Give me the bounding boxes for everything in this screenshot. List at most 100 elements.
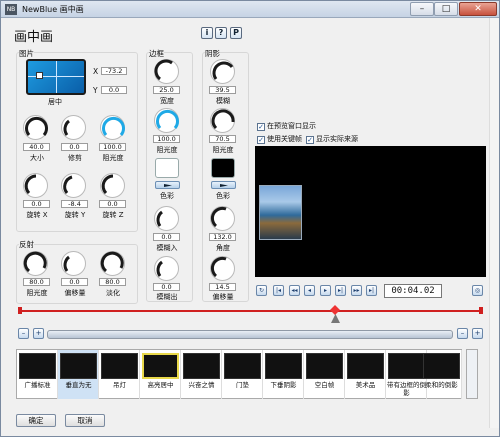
preset-thumbnail: [423, 353, 460, 379]
info-button[interactable]: i: [201, 27, 213, 39]
go-start-icon[interactable]: |◂: [273, 285, 284, 296]
show-in-preview-checkbox[interactable]: ✓ 在预览窗口显示: [257, 121, 316, 131]
x-field[interactable]: -73.2: [101, 67, 127, 75]
help-button[interactable]: ?: [215, 27, 227, 39]
preset-item[interactable]: 下垂阴影: [263, 350, 304, 399]
border-color-label: 色彩: [160, 192, 174, 200]
shadow-offset-label: 偏移量: [212, 293, 234, 301]
reflection-fade-knob[interactable]: [100, 251, 125, 276]
preset-name: 广播标准: [24, 381, 51, 389]
border-fadein-knob[interactable]: [154, 206, 179, 231]
step-back-icon[interactable]: ◂: [304, 285, 315, 296]
shadow-blur-knob[interactable]: [210, 59, 235, 84]
shadow-opacity-field[interactable]: 70.5: [209, 135, 236, 143]
border-width-knob[interactable]: [154, 59, 179, 84]
preset-item[interactable]: 柔和的倒影: [421, 350, 462, 399]
settings-icon[interactable]: ◎: [472, 285, 483, 296]
next-keyframe-icon[interactable]: ▸▸: [351, 285, 362, 296]
border-opacity-field[interactable]: 100.0: [153, 135, 180, 143]
border-color-swatch[interactable]: [155, 158, 179, 178]
show-source-checkbox[interactable]: ✓ 显示实际来源: [306, 134, 358, 144]
minimize-button[interactable]: –: [410, 2, 434, 16]
preset-strip: 广播标准 垂直为无 吊灯 高亮居中 兴奋之情 门垫 下垂阴影 空白帧 美术品 带…: [16, 349, 462, 399]
preset-item[interactable]: 门垫: [222, 350, 263, 399]
preset-remove-button[interactable]: –: [457, 328, 468, 339]
keyframe-marker[interactable]: [330, 305, 340, 315]
reflection-opacity-field[interactable]: 80.0: [23, 278, 50, 286]
rotate-y-knob[interactable]: [61, 173, 86, 198]
go-end-icon[interactable]: ▸|: [366, 285, 377, 296]
timeline-scrollbar[interactable]: [47, 330, 453, 339]
size-field[interactable]: 40.0: [23, 143, 50, 151]
opacity-knob[interactable]: [100, 115, 125, 140]
preset-item[interactable]: 空白帧: [304, 350, 345, 399]
reflection-offset-field[interactable]: 0.0: [61, 278, 88, 286]
preset-item[interactable]: 广播标准: [17, 350, 58, 399]
cancel-button[interactable]: 取消: [65, 414, 105, 427]
shadow-offset-knob[interactable]: [210, 256, 235, 281]
timeline-end-marker[interactable]: [479, 307, 483, 314]
shadow-angle-field[interactable]: 132.0: [209, 233, 236, 241]
shadow-color-picker[interactable]: [211, 181, 236, 189]
reflection-offset-knob[interactable]: [61, 251, 86, 276]
preset-name: 吊灯: [113, 381, 126, 389]
ok-button[interactable]: 确定: [16, 414, 56, 427]
position-handle[interactable]: [36, 72, 43, 79]
preset-item[interactable]: 吊灯: [99, 350, 140, 399]
playhead-icon[interactable]: [331, 314, 340, 323]
border-color-picker[interactable]: [155, 181, 180, 189]
window-scrollbar[interactable]: [489, 18, 499, 428]
pad-v-line: [56, 61, 57, 93]
preset-thumbnail: [142, 353, 179, 379]
preset-thumbnail: [19, 353, 56, 379]
shadow-opacity-knob[interactable]: [210, 108, 235, 133]
y-field[interactable]: 0.0: [101, 86, 127, 94]
rotate-z-field[interactable]: 0.0: [99, 200, 126, 208]
preset-item[interactable]: 美术品: [345, 350, 386, 399]
shadow-offset-field[interactable]: 14.5: [209, 283, 236, 291]
opacity-field[interactable]: 100.0: [99, 143, 126, 151]
position-pad[interactable]: [26, 59, 86, 95]
close-button[interactable]: ✕: [459, 2, 497, 16]
loop-icon[interactable]: ↻: [256, 285, 267, 296]
rotate-z-knob[interactable]: [100, 173, 125, 198]
x-label: X: [93, 67, 99, 76]
prev-keyframe-icon[interactable]: ◂◂: [289, 285, 300, 296]
preset-item[interactable]: 垂直为无: [58, 350, 99, 399]
opacity-label: 阻光度: [102, 154, 124, 162]
rotate-x-field[interactable]: 0.0: [23, 200, 50, 208]
timeline-start-marker[interactable]: [18, 307, 22, 314]
play-icon[interactable]: ▸: [320, 285, 331, 296]
app-icon: NB: [5, 4, 17, 15]
border-fadeout-knob[interactable]: [154, 256, 179, 281]
reflection-fade-field[interactable]: 80.0: [99, 278, 126, 286]
step-forward-icon[interactable]: ▸|: [335, 285, 346, 296]
border-fadein-field[interactable]: 0.0: [153, 233, 180, 241]
shadow-blur-field[interactable]: 39.5: [209, 86, 236, 94]
preset-item[interactable]: 高亮居中: [140, 350, 181, 399]
preset-button[interactable]: P: [230, 27, 242, 39]
maximize-button[interactable]: □: [434, 2, 458, 16]
shadow-color-swatch[interactable]: [211, 158, 235, 178]
rotate-x-knob[interactable]: [23, 173, 48, 198]
preset-name: 门垫: [236, 381, 249, 389]
rotate-z-label: 旋转 Z: [102, 211, 124, 219]
preset-add-button[interactable]: +: [472, 328, 483, 339]
zoom-in-button[interactable]: +: [33, 328, 44, 339]
preset-scrollbar[interactable]: [466, 349, 478, 399]
border-fadeout-field[interactable]: 0.0: [153, 283, 180, 291]
use-keyframes-checkbox[interactable]: ✓ 使用关键帧: [257, 134, 302, 144]
zoom-out-button[interactable]: –: [18, 328, 29, 339]
rotate-y-field[interactable]: -8.4: [61, 200, 88, 208]
crop-field[interactable]: 0.0: [61, 143, 88, 151]
preset-name: 下垂阴影: [270, 381, 297, 389]
reflection-opacity-knob[interactable]: [23, 251, 48, 276]
size-knob[interactable]: [23, 115, 48, 140]
border-fadeout-label: 模糊出: [156, 293, 178, 301]
crop-knob[interactable]: [61, 115, 86, 140]
border-width-field[interactable]: 25.0: [153, 86, 180, 94]
border-opacity-knob[interactable]: [154, 108, 179, 133]
timeline-track[interactable]: [21, 310, 482, 312]
shadow-angle-knob[interactable]: [210, 206, 235, 231]
preset-item[interactable]: 兴奋之情: [181, 350, 222, 399]
